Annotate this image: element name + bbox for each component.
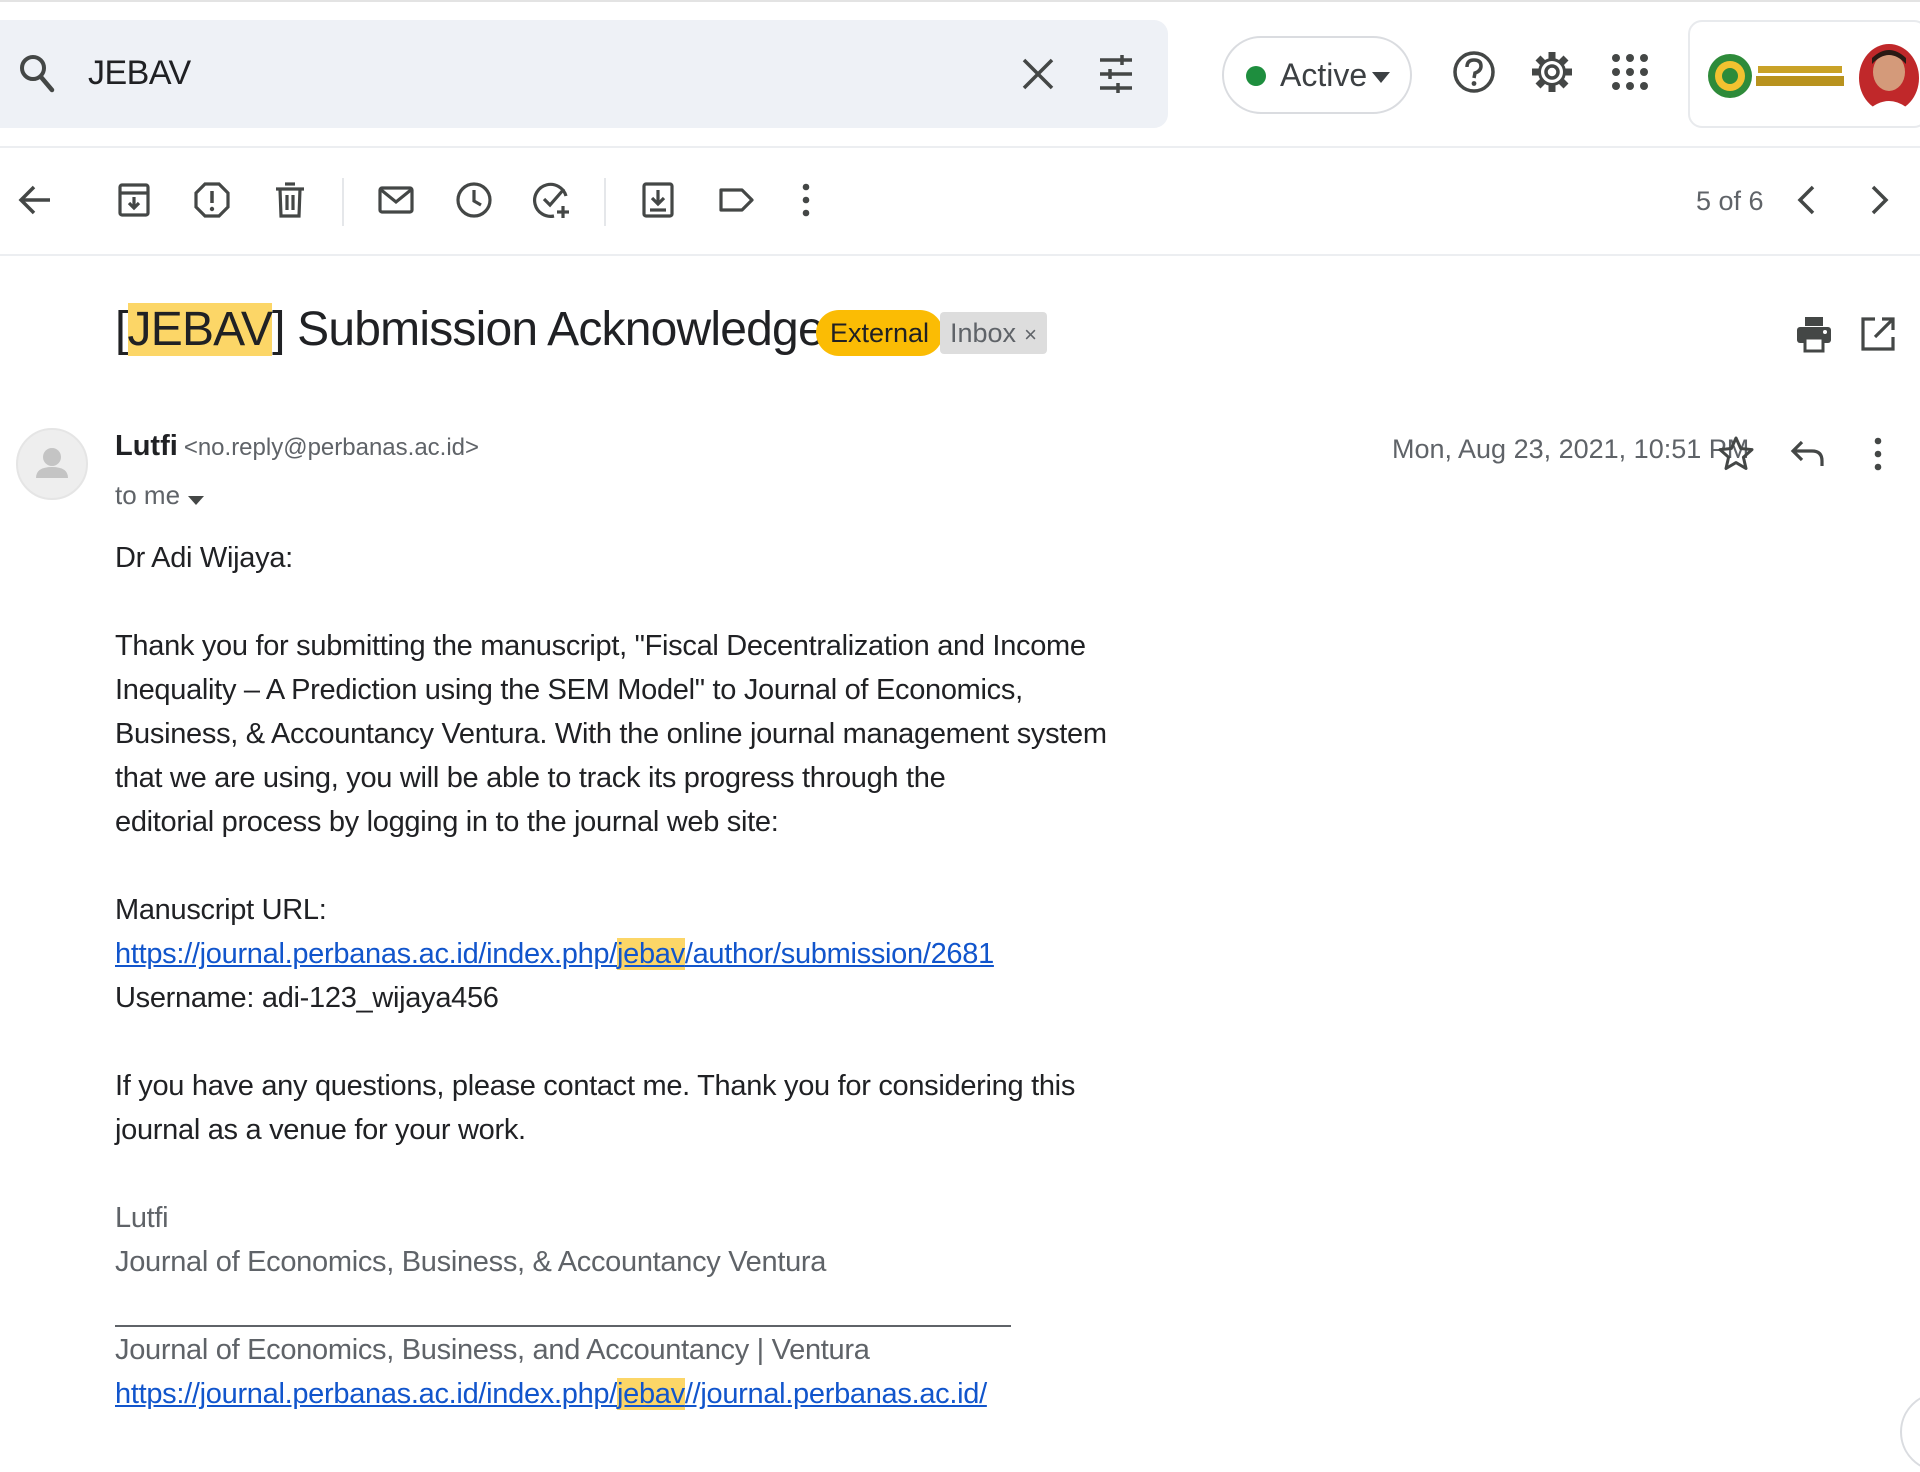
sender-avatar[interactable]	[16, 428, 88, 500]
recipient-details-toggle[interactable]: to me	[115, 480, 205, 513]
clear-search-icon[interactable]	[1018, 54, 1058, 99]
search-options-icon[interactable]	[1096, 54, 1136, 99]
sender-name[interactable]: Lutfi	[115, 430, 178, 462]
open-in-new-window-icon[interactable]	[1858, 314, 1898, 359]
body-paragraph-line: If you have any questions, please contac…	[115, 1070, 1076, 1102]
sender-info: Lutfi <no.reply@perbanas.ac.id>	[115, 430, 479, 463]
signature-name: Lutfi	[115, 1202, 169, 1234]
add-to-tasks-icon[interactable]	[532, 180, 572, 225]
university-logo	[1706, 48, 1846, 109]
search-highlight: jebav	[616, 938, 685, 970]
toolbar-separator	[342, 178, 344, 226]
footer-url-link[interactable]: https://journal.perbanas.ac.id/index.php…	[115, 1378, 987, 1410]
email-subject: [JEBAV] Submission Acknowledgement	[115, 302, 928, 357]
back-arrow-icon[interactable]	[16, 180, 56, 225]
remove-label-icon[interactable]: ×	[1024, 322, 1037, 347]
print-icon[interactable]	[1794, 314, 1834, 359]
subject-prefix: [	[115, 303, 128, 356]
account-switcher[interactable]	[1688, 20, 1920, 128]
signature-journal: Journal of Economics, Business, & Accoun…	[115, 1246, 827, 1278]
help-icon[interactable]	[1450, 48, 1498, 101]
body-paragraph-line: journal as a venue for your work.	[115, 1114, 526, 1146]
report-spam-icon[interactable]	[192, 180, 232, 225]
body-paragraph-line: editorial process by logging in to the j…	[115, 806, 779, 838]
toolbar-divider	[0, 254, 1920, 256]
status-dot	[1246, 66, 1266, 86]
mark-unread-mail-icon[interactable]	[376, 180, 416, 225]
body-paragraph-line: Inequality – A Prediction using the SEM …	[115, 674, 1023, 706]
username: Username: adi-123_wijaya456	[115, 982, 499, 1014]
footer-journal: Journal of Economics, Business, and Acco…	[115, 1334, 870, 1366]
user-avatar[interactable]	[1858, 42, 1920, 117]
search-input[interactable]: JEBAV	[88, 54, 191, 93]
signature-divider	[115, 1325, 1011, 1327]
message-more-options-icon[interactable]	[1858, 434, 1898, 479]
move-to-icon[interactable]	[638, 180, 678, 225]
chevron-down-icon	[1372, 71, 1390, 89]
search-highlight: jebav	[616, 1378, 685, 1410]
settings-gear-icon[interactable]	[1528, 48, 1576, 101]
greeting: Dr Adi Wijaya:	[115, 542, 293, 574]
inbox-label-text: Inbox	[950, 318, 1017, 348]
body-paragraph-line: Thank you for submitting the manuscript,…	[115, 630, 1086, 662]
footer-url-row: https://journal.perbanas.ac.id/index.php…	[115, 1378, 987, 1411]
label-tag-icon[interactable]	[716, 180, 756, 225]
star-icon[interactable]	[1716, 434, 1756, 479]
toolbar-separator	[604, 178, 606, 226]
chevron-down-icon[interactable]	[188, 482, 205, 513]
snooze-clock-icon[interactable]	[454, 180, 494, 225]
message-date: Mon, Aug 23, 2021, 10:51 PM	[1392, 434, 1750, 464]
floating-button-edge[interactable]	[1900, 1392, 1920, 1472]
manuscript-url-link[interactable]: https://journal.perbanas.ac.id/index.php…	[115, 938, 994, 970]
header-divider	[0, 146, 1920, 148]
more-options-icon[interactable]	[786, 180, 826, 225]
body-paragraph-line: that we are using, you will be able to t…	[115, 762, 946, 794]
apps-grid-icon[interactable]	[1606, 48, 1654, 101]
status-selector[interactable]: Active	[1222, 36, 1412, 114]
recipient-label: to me	[115, 480, 181, 510]
top-border	[0, 0, 1920, 2]
pagination-count: 5 of 6	[1696, 186, 1764, 216]
sender-email: <no.reply@perbanas.ac.id>	[183, 434, 480, 461]
external-label-badge: External	[816, 310, 944, 356]
newer-chevron-left-icon[interactable]	[1788, 180, 1828, 225]
search-bar[interactable]: JEBAV	[0, 20, 1168, 128]
body-paragraph-line: Business, & Accountancy Ventura. With th…	[115, 718, 1107, 750]
manuscript-url-label: Manuscript URL:	[115, 894, 327, 926]
older-chevron-right-icon[interactable]	[1858, 180, 1898, 225]
status-label: Active	[1280, 57, 1368, 93]
delete-trash-icon[interactable]	[270, 180, 310, 225]
search-highlight: JEBAV	[127, 303, 273, 356]
search-icon[interactable]	[18, 52, 58, 101]
inbox-label-badge[interactable]: Inbox ×	[940, 312, 1047, 354]
archive-icon[interactable]	[114, 180, 154, 225]
reply-icon[interactable]	[1788, 434, 1828, 479]
manuscript-url-row: https://journal.perbanas.ac.id/index.php…	[115, 938, 994, 971]
